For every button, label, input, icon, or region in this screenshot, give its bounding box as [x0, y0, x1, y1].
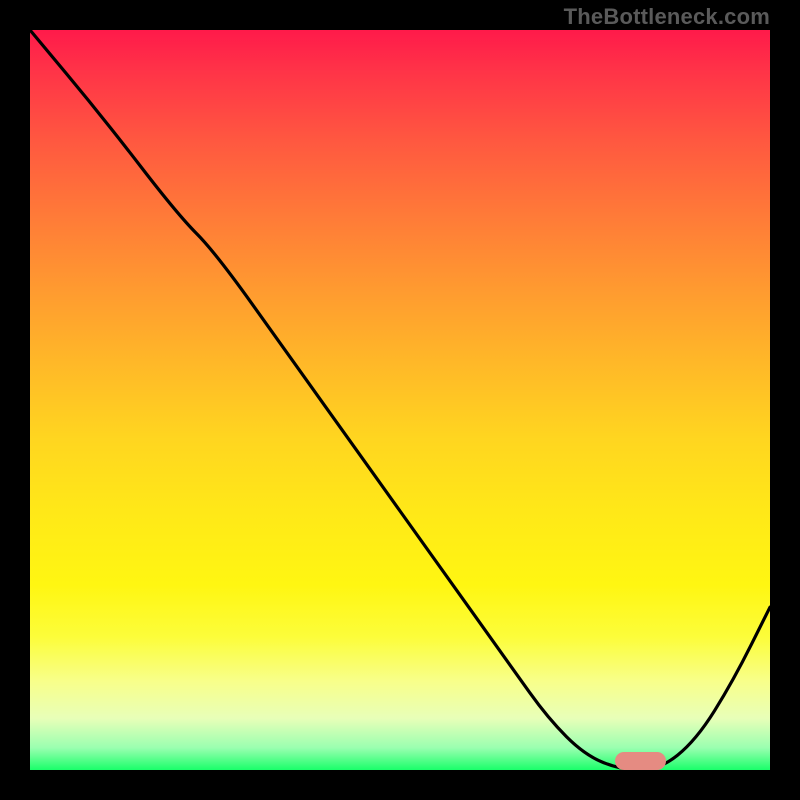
attribution-text: TheBottleneck.com — [564, 4, 770, 30]
optimal-range-marker — [615, 752, 667, 770]
bottleneck-curve — [30, 30, 770, 770]
